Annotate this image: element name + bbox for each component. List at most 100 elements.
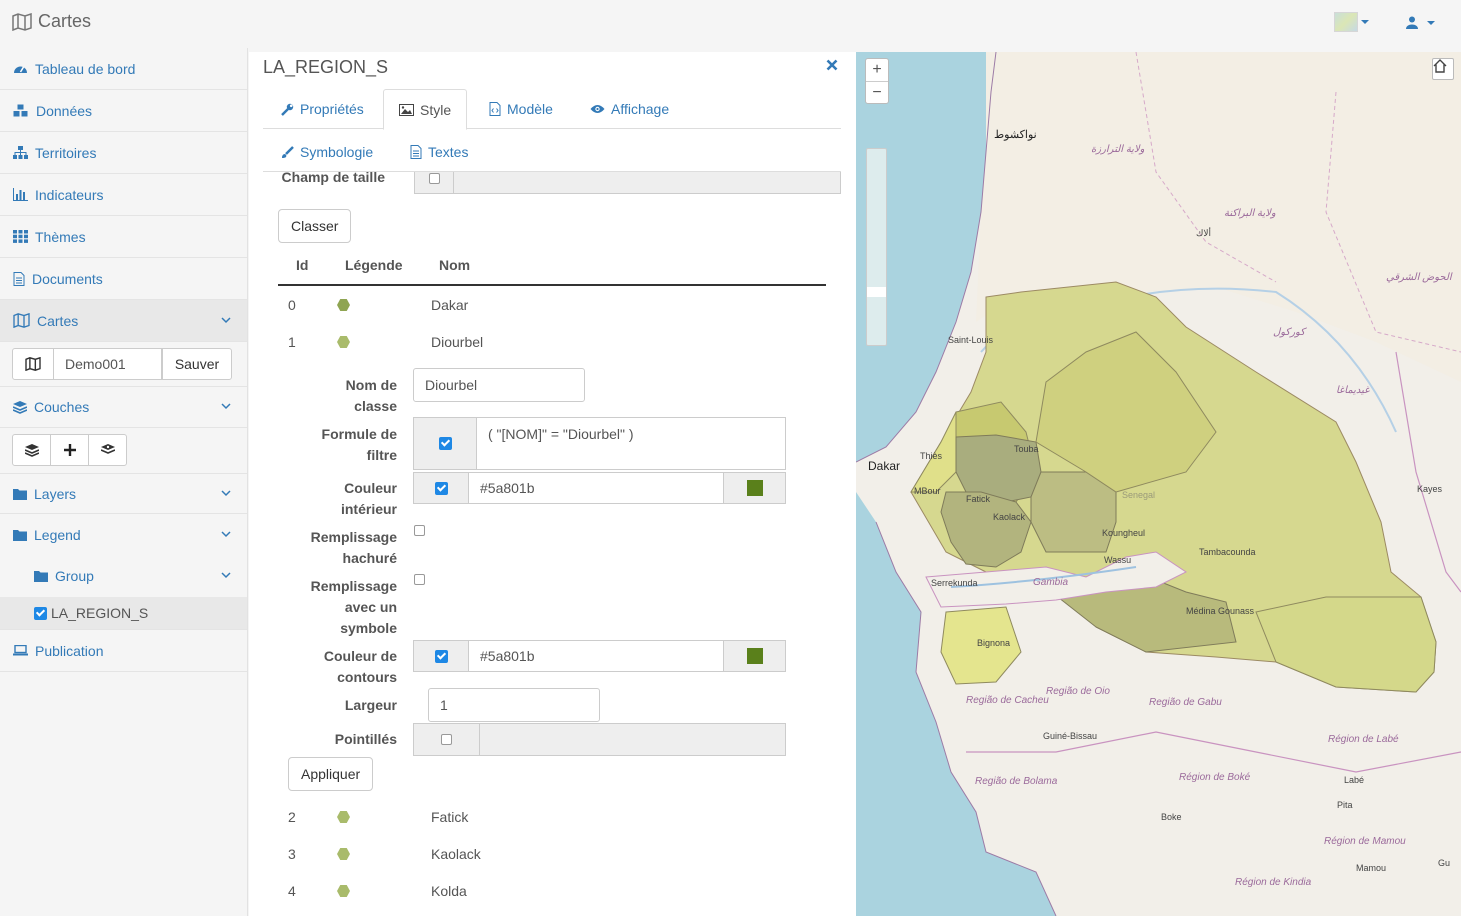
sidebar-item-data[interactable]: Données (0, 90, 247, 132)
size-field-select[interactable] (453, 172, 841, 194)
sidebar-item-label: Indicateurs (35, 186, 104, 203)
sidebar-item-territories[interactable]: Territoires (0, 132, 247, 174)
row-id: 1 (288, 334, 296, 350)
close-icon[interactable] (826, 59, 838, 71)
chevron-down-icon (221, 316, 231, 324)
layer-style-button[interactable] (88, 434, 127, 466)
sidebar-item-layers-folder[interactable]: Layers (0, 473, 247, 514)
filter-checkbox[interactable] (438, 437, 452, 450)
symbol-fill-checkbox[interactable] (414, 574, 425, 585)
filter-formula-textarea[interactable]: ( "[NOM]" = "Diourbel" ) (476, 417, 786, 470)
fill-color-picker[interactable] (723, 472, 786, 504)
tab-texts[interactable]: Textes (395, 132, 483, 172)
row-id: 0 (288, 297, 296, 313)
zoom-in-button[interactable]: + (866, 59, 888, 81)
tab-model[interactable]: Modèle (474, 89, 568, 129)
home-extent-button[interactable] (1432, 58, 1454, 80)
stroke-color-input[interactable]: #5a801b (468, 640, 724, 672)
classify-button[interactable]: Classer (278, 209, 352, 243)
layers-button[interactable] (12, 434, 51, 466)
app-brand[interactable]: Cartes (12, 11, 91, 32)
sidebar-item-themes[interactable]: Thèmes (0, 216, 247, 258)
hatch-fill-checkbox[interactable] (414, 525, 425, 536)
add-layer-button[interactable] (50, 434, 89, 466)
map-name-input[interactable]: Demo001 (53, 348, 162, 380)
sidebar: Tableau de bord Données Territoires Indi… (0, 48, 248, 916)
sidebar-item-publication[interactable]: Publication (0, 630, 247, 672)
sidebar-item-label: Cartes (37, 312, 79, 329)
row-name: Kaolack (431, 846, 481, 862)
chevron-down-icon (221, 489, 231, 497)
map-select-button[interactable] (12, 348, 54, 380)
tab-style[interactable]: Style (383, 89, 468, 130)
bar-chart-icon (13, 188, 28, 201)
size-field-label: Champ de taille (281, 172, 385, 185)
chevron-down-icon (221, 572, 231, 579)
sidebar-item-documents[interactable]: Documents (0, 258, 247, 300)
label-line: Couleur de (323, 648, 397, 664)
layer-style-panel: LA_REGION_S Propriétés Style Modèle Affi… (249, 52, 856, 916)
label-line: contours (337, 669, 397, 685)
stroke-color-group: #5a801b (413, 640, 786, 672)
layer-visibility-checkbox[interactable] (34, 606, 47, 620)
map-label: Senegal (1122, 490, 1156, 500)
fill-checkbox[interactable] (434, 481, 448, 495)
dash-select[interactable] (479, 723, 786, 756)
size-field-checkbox[interactable] (428, 172, 440, 184)
tab-label: Affichage (611, 101, 670, 117)
tab-display[interactable]: Affichage (575, 89, 684, 129)
stroke-color-picker[interactable] (723, 640, 786, 672)
folder-icon (34, 570, 48, 582)
sidebar-item-label: Territoires (35, 144, 97, 161)
save-map-button[interactable]: Sauver (162, 348, 232, 380)
map-icon (12, 12, 32, 31)
zoom-out-button[interactable]: − (866, 81, 888, 103)
sidebar-item-indicators[interactable]: Indicateurs (0, 174, 247, 216)
row-name: Kolda (431, 883, 467, 899)
basemap-switcher[interactable] (1334, 12, 1369, 32)
sidebar-item-layers-section[interactable]: Couches (0, 386, 247, 428)
sidebar-item-label: Tableau de bord (35, 60, 136, 77)
folder-icon (13, 488, 27, 500)
sidebar-item-label: Legend (34, 526, 81, 543)
dash-checkbox[interactable] (441, 734, 452, 745)
row-name: Fatick (431, 809, 469, 825)
map-label: ألاك (1196, 228, 1212, 238)
row-id: 4 (288, 883, 296, 899)
sidebar-item-label: Thèmes (35, 228, 86, 245)
zoom-slider-handle[interactable] (867, 287, 886, 297)
user-menu[interactable] (1406, 16, 1435, 29)
map-label: Guiné-Bissau (1043, 731, 1098, 741)
sidebar-item-maps[interactable]: Cartes (0, 300, 247, 342)
tab-symbology[interactable]: Symbologie (266, 132, 388, 172)
map-selector-group: Demo001 Sauver (12, 348, 232, 380)
width-input[interactable]: 1 (428, 688, 600, 722)
plus-icon (63, 444, 76, 456)
sidebar-item-group-folder[interactable]: Group (0, 555, 247, 597)
layer-tools-group (12, 434, 127, 466)
zoom-slider[interactable] (866, 148, 887, 346)
map-label: Thiès (920, 451, 943, 461)
label-line: Nom de (345, 377, 397, 393)
sidebar-item-layer-la-region-s[interactable]: LA_REGION_S (0, 597, 247, 630)
map-label: Saint-Louis (948, 335, 994, 345)
label-line: symbole (340, 620, 397, 636)
label-line: Remplissage (310, 529, 397, 545)
sidebar-item-dashboard[interactable]: Tableau de bord (0, 48, 247, 90)
apply-button[interactable]: Appliquer (288, 757, 374, 791)
fill-color-group: #5a801b (413, 472, 786, 504)
stroke-checkbox[interactable] (434, 649, 448, 663)
map-label: Tambacounda (1199, 547, 1256, 557)
map-label: Médina Gounass (1186, 606, 1255, 616)
tab-properties[interactable]: Propriétés (266, 89, 379, 129)
fill-color-input[interactable]: #5a801b (468, 472, 724, 504)
hatch-fill-label: Remplissage hachuré (281, 527, 397, 569)
map-label: Mamou (1356, 863, 1387, 873)
label-line: hachuré (342, 550, 397, 566)
map-view[interactable]: نواكشوط ولاية الترارزة ولاية البراكنة أل… (856, 52, 1461, 916)
map-label: Bignona (977, 638, 1011, 648)
chevron-down-icon (221, 403, 231, 410)
zoom-control: + − (865, 58, 889, 104)
sidebar-item-legend-folder[interactable]: Legend (0, 514, 247, 555)
class-name-input[interactable]: Diourbel (413, 368, 585, 402)
